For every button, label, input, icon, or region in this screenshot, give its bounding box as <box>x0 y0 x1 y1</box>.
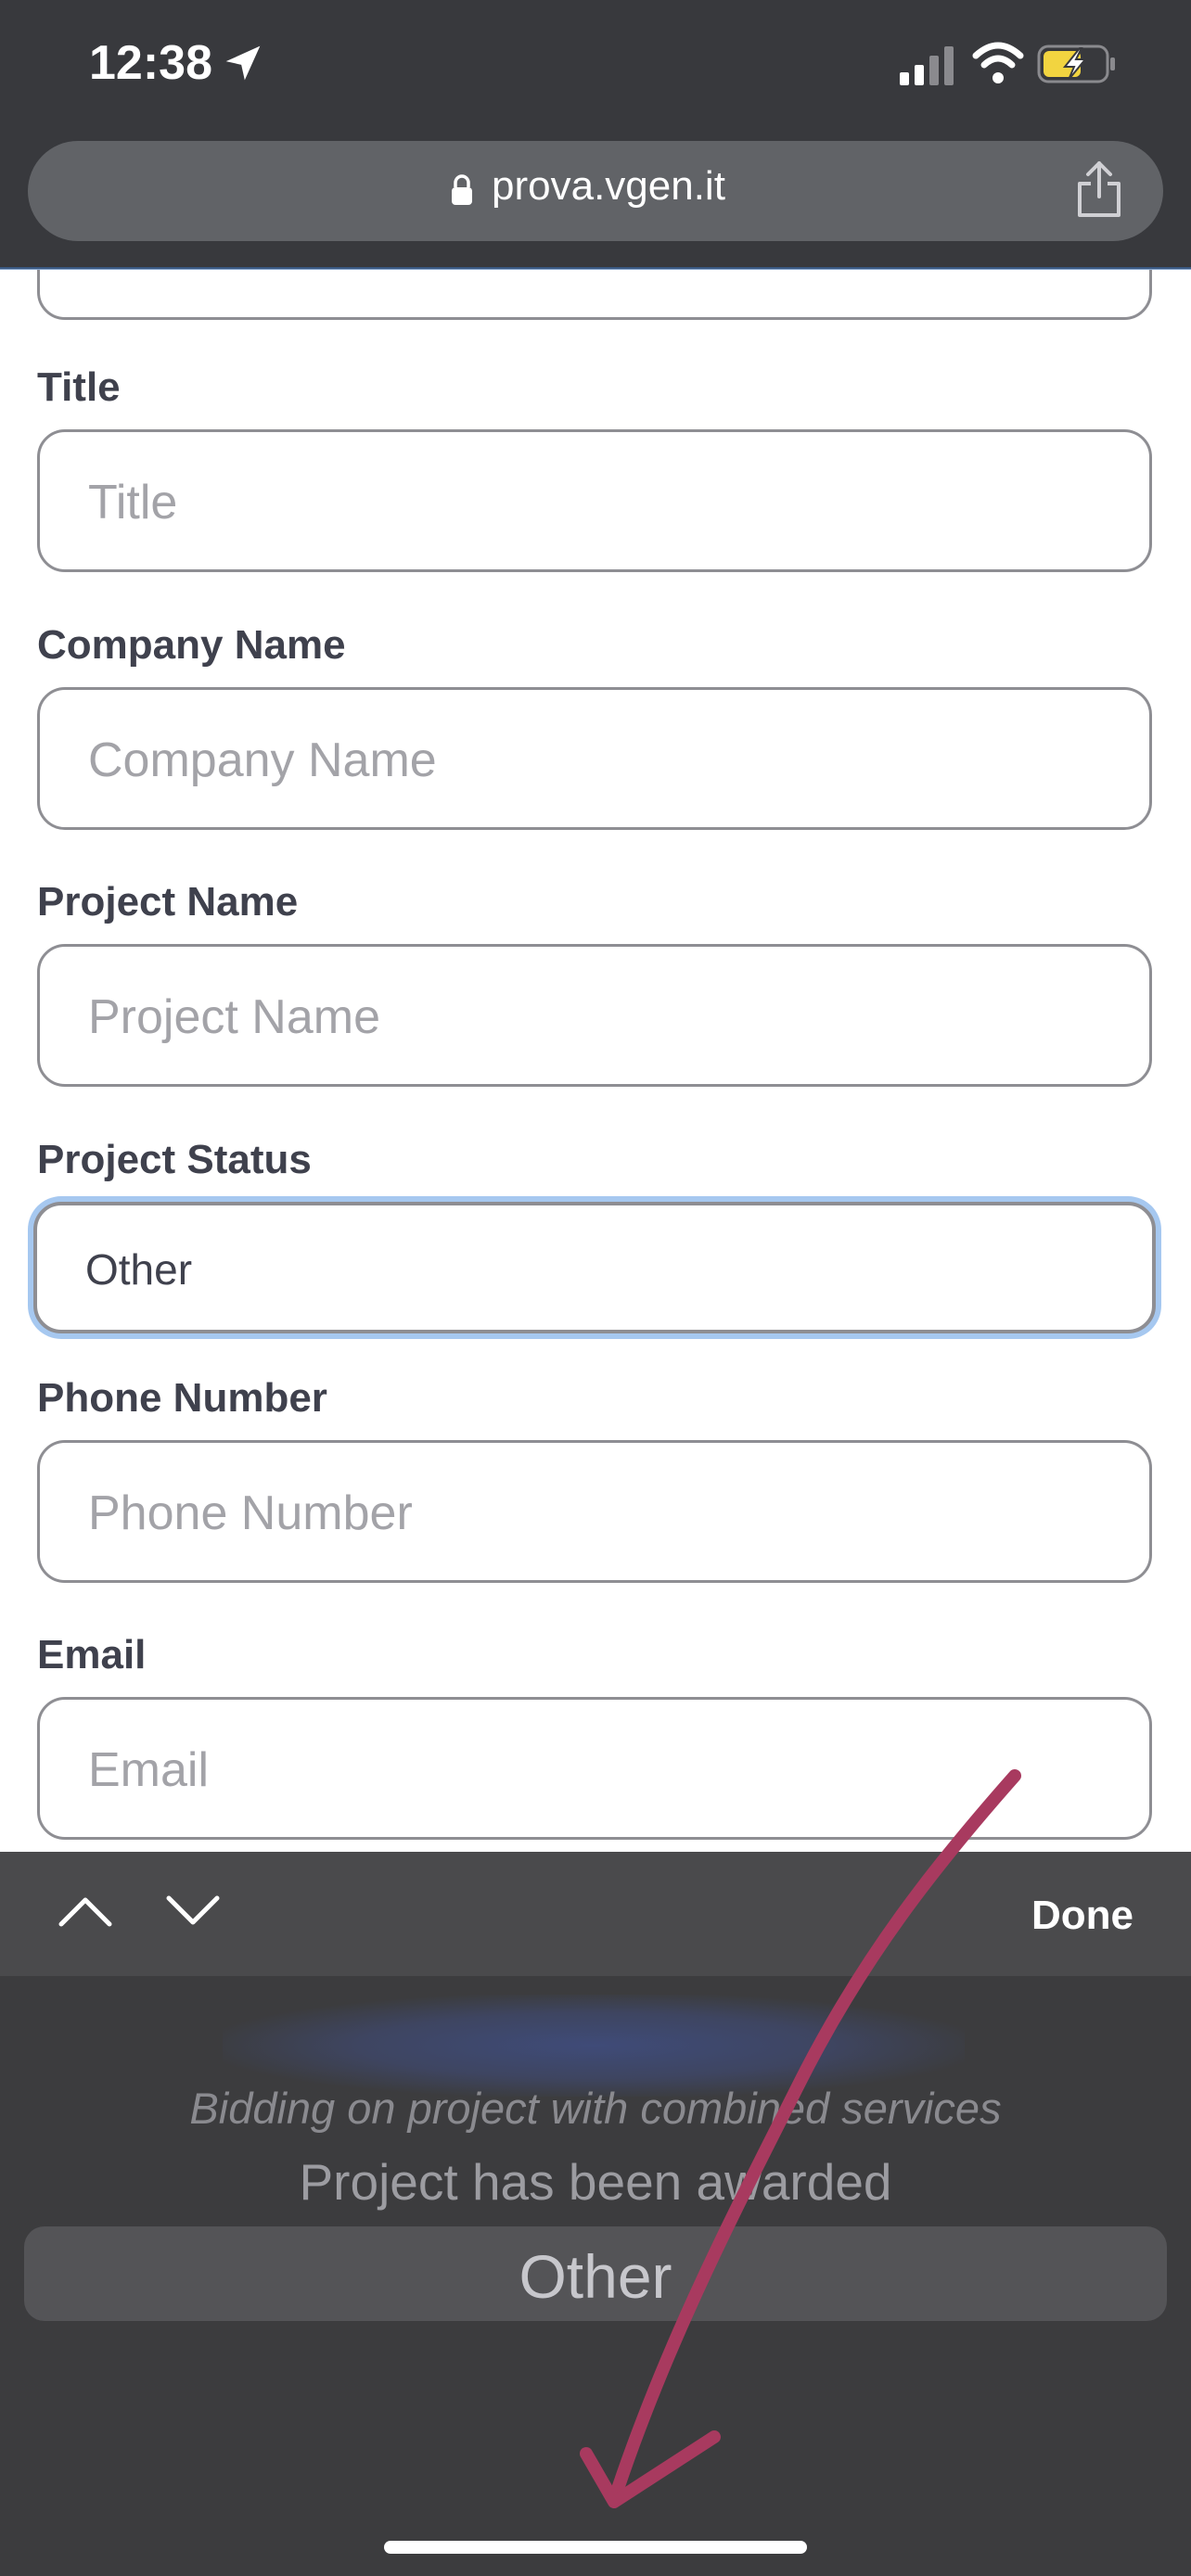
project-status-label: Project Status <box>37 1137 312 1182</box>
status-bar: 12:38 prova.vgen.it <box>0 0 1191 270</box>
clock: 12:38 <box>89 36 212 90</box>
select-picker: Done Bidding on project with combined se… <box>0 1852 1191 2576</box>
wifi-icon <box>972 42 1024 83</box>
company-name-input[interactable]: Company Name <box>37 687 1152 830</box>
blurred-option <box>223 1995 965 2097</box>
url-text[interactable]: prova.vgen.it <box>492 163 725 210</box>
picker-option[interactable]: Project has been awarded <box>0 2152 1191 2212</box>
company-name-label: Company Name <box>37 622 346 668</box>
lock-icon <box>452 174 472 205</box>
project-name-placeholder: Project Name <box>88 990 380 1044</box>
phone-number-label: Phone Number <box>37 1375 327 1421</box>
project-status-value: Other <box>85 1245 193 1294</box>
cellular-signal-icon <box>900 46 954 85</box>
picker-option-selected[interactable]: Other <box>0 2241 1191 2312</box>
title-label: Title <box>37 364 121 410</box>
location-arrow-icon <box>225 45 261 81</box>
contact-form: Title Title Company Name Company Name Pr… <box>0 270 1191 1852</box>
title-input[interactable]: Title <box>37 429 1152 572</box>
title-placeholder: Title <box>88 476 178 529</box>
phone-number-placeholder: Phone Number <box>88 1486 413 1540</box>
phone-number-input[interactable]: Phone Number <box>37 1440 1152 1583</box>
done-button[interactable]: Done <box>1031 1893 1133 1939</box>
chevron-down-icon[interactable] <box>163 1891 223 1932</box>
share-icon[interactable] <box>1074 159 1124 219</box>
company-name-placeholder: Company Name <box>88 733 437 787</box>
battery-charging-icon <box>1037 45 1115 83</box>
email-input[interactable]: Email <box>37 1697 1152 1840</box>
chevron-up-icon[interactable] <box>56 1891 115 1932</box>
previous-field-input[interactable] <box>37 270 1152 320</box>
picker-toolbar: Done <box>0 1852 1191 1976</box>
project-name-input[interactable]: Project Name <box>37 944 1152 1087</box>
home-indicator[interactable] <box>384 2541 807 2554</box>
picker-wheel[interactable]: Bidding on project with combined service… <box>0 1976 1191 2576</box>
project-status-select[interactable]: Other <box>33 1202 1156 1333</box>
picker-option[interactable]: Bidding on project with combined service… <box>0 2083 1191 2134</box>
email-placeholder: Email <box>88 1743 210 1797</box>
project-name-label: Project Name <box>37 879 299 925</box>
email-label: Email <box>37 1632 147 1677</box>
